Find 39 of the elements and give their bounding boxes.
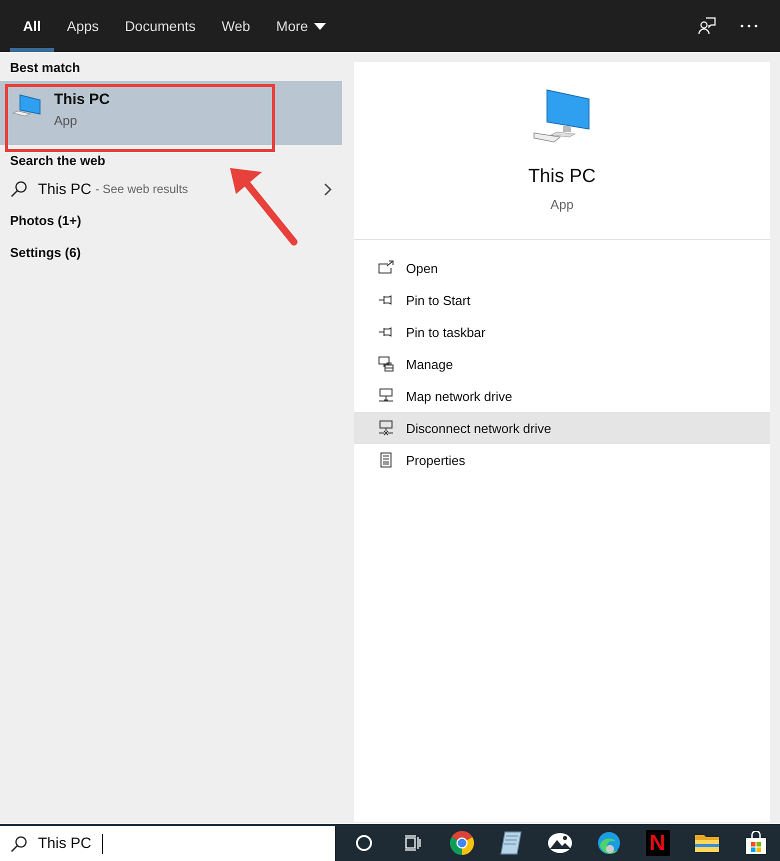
action-item[interactable]: Pin to Start — [354, 284, 770, 316]
computer-icon — [533, 88, 591, 144]
filter-tab[interactable]: Web — [208, 0, 264, 52]
circle-icon[interactable] — [354, 834, 372, 852]
network-drive-icon — [378, 388, 394, 404]
photos-icon[interactable] — [546, 830, 574, 854]
action-item[interactable]: Manage — [354, 348, 770, 380]
task-view-icon[interactable] — [404, 834, 422, 852]
chevron-icon — [324, 182, 332, 196]
action-item[interactable]: Open — [354, 252, 770, 284]
open-icon — [378, 260, 394, 276]
search-icon — [10, 180, 28, 198]
notepad-icon[interactable] — [498, 830, 522, 856]
category-heading[interactable]: Photos (1+) — [0, 204, 92, 236]
section-heading: Search the web — [9, 152, 106, 170]
section-heading: Best match — [9, 59, 82, 77]
netflix-icon[interactable]: N — [646, 830, 670, 856]
filter-tab[interactable]: More — [263, 0, 340, 52]
action-item[interactable]: Properties — [354, 444, 770, 476]
filter-tab[interactable]: Documents — [112, 0, 209, 52]
network-drive-icon — [378, 420, 394, 436]
document-icon — [378, 452, 394, 468]
feedback-icon[interactable] — [698, 17, 716, 35]
search-icon — [10, 834, 28, 852]
caret-icon — [314, 22, 326, 30]
browser-icon[interactable] — [448, 830, 474, 856]
action-item[interactable]: Disconnect network drive — [354, 412, 770, 444]
preview-subtitle: App — [550, 197, 574, 212]
preview-title: This PC — [528, 166, 596, 188]
filter-tab[interactable]: Apps — [54, 0, 112, 52]
more-options-icon[interactable] — [740, 24, 758, 28]
store-bag-icon[interactable] — [744, 830, 768, 854]
action-item[interactable]: Pin to taskbar — [354, 316, 770, 348]
web-search-result[interactable]: This PC - See web results — [0, 174, 332, 204]
action-item[interactable]: Map network drive — [354, 380, 770, 412]
manage-icon — [378, 356, 394, 372]
category-heading[interactable]: Settings (6) — [0, 236, 91, 268]
best-match-result[interactable]: This PC App — [0, 81, 342, 145]
edge-browser-icon[interactable] — [596, 830, 622, 856]
